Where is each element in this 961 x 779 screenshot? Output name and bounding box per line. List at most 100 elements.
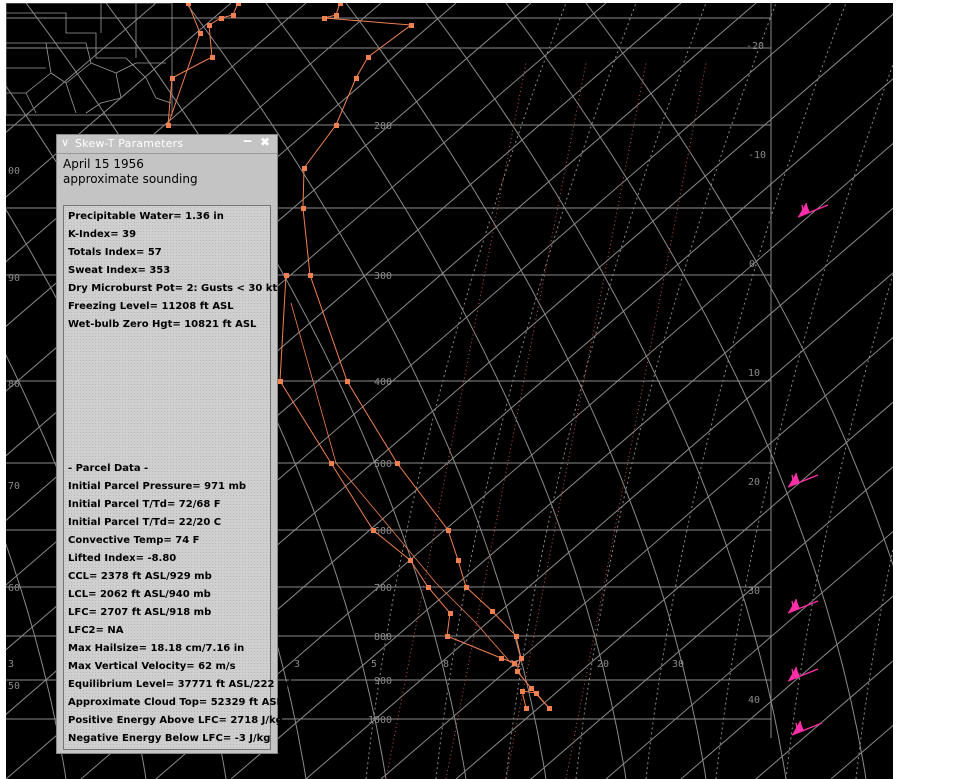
- sounding-point: [448, 611, 453, 616]
- moist-adiabat-line: [715, 63, 893, 779]
- mixing-ratio-label: 5: [371, 659, 377, 670]
- sounding-point: [329, 461, 334, 466]
- map-border-line: [46, 42, 92, 84]
- parameter-row: Totals Index= 57: [68, 247, 162, 258]
- parameter-row: Wet-bulb Zero Hgt= 10821 ft ASL: [68, 319, 257, 330]
- sounding-point: [371, 528, 376, 533]
- parameter-row: Sweat Index= 353: [68, 265, 171, 276]
- axis-label: 70: [8, 481, 20, 492]
- sounding-point: [198, 31, 203, 36]
- sounding-point: [308, 273, 313, 278]
- sounding-point: [338, 3, 343, 6]
- sounding-point: [408, 558, 413, 563]
- mixing-ratio-label: 8: [443, 659, 449, 670]
- parcel-row: Negative Energy Below LFC= -3 J/kg: [68, 733, 271, 744]
- temperature-label: -20: [746, 41, 764, 52]
- isotherm-line: [830, 724, 893, 779]
- isotherm-line: [755, 660, 893, 779]
- map-border-line: [65, 82, 77, 114]
- sounding-point: [499, 656, 504, 661]
- upper-temperature-trace: [167, 3, 239, 126]
- parcel-trace: [290, 302, 512, 664]
- wind-barb: [787, 598, 819, 614]
- map-border-line: [25, 92, 37, 114]
- sounding-point: [284, 273, 289, 278]
- sounding-point: [334, 123, 339, 128]
- pressure-label: 300: [374, 271, 392, 282]
- sounding-point: [236, 3, 241, 6]
- pressure-label: 500: [374, 459, 392, 470]
- mixing-ratio-label: 20: [597, 659, 609, 670]
- wind-barb: [791, 720, 823, 736]
- sounding-point: [219, 16, 224, 21]
- pressure-label: 600: [374, 526, 392, 537]
- sounding-subtitle: approximate sounding: [63, 172, 198, 186]
- sounding-point: [514, 634, 519, 639]
- parcel-row: Convective Temp= 74 F: [68, 535, 200, 546]
- parcel-row: LFC= 2707 ft ASL/918 mb: [68, 607, 212, 618]
- sounding-point: [547, 706, 552, 711]
- sounding-point: [519, 656, 524, 661]
- temperature-label: 10: [748, 368, 760, 379]
- temperature-label: 40: [748, 695, 760, 706]
- sounding-point: [231, 13, 236, 18]
- minimize-icon[interactable]: ‒: [243, 134, 252, 149]
- isotherm-line: [605, 530, 893, 779]
- sounding-point: [456, 558, 461, 563]
- mixing-ratio-label: 30: [672, 659, 684, 670]
- sounding-point: [426, 585, 431, 590]
- temperature-label: 20: [748, 477, 760, 488]
- isotherm-line: [680, 595, 893, 779]
- sounding-point: [354, 76, 359, 81]
- wind-barb: [797, 202, 829, 218]
- pressure-label: 700: [374, 583, 392, 594]
- sounding-point: [322, 16, 327, 21]
- parcel-row: - Parcel Data -: [68, 463, 149, 474]
- pressure-label: 900: [374, 676, 392, 687]
- sounding-point: [345, 379, 350, 384]
- pressure-label: 800: [374, 632, 392, 643]
- isotherm-line: [530, 466, 893, 779]
- axis-label: 50: [8, 681, 20, 692]
- parcel-row: Positive Energy Above LFC= 2718 J/kg: [68, 715, 283, 726]
- skewt-parameters-window[interactable]: ∨ Skew-T Parameters ‒ ✖ April 15 1956 ap…: [56, 134, 295, 754]
- parcel-row: Approximate Cloud Top= 52329 ft ASL: [68, 697, 283, 708]
- parameter-row: Freezing Level= 11208 ft ASL: [68, 301, 234, 312]
- isotherm-line: [230, 207, 893, 779]
- dry-adiabat-line: [505, 3, 867, 779]
- parameter-row: Dry Microburst Pot= 2: Gusts < 30 kts: [68, 283, 284, 294]
- sounding-point: [366, 55, 371, 60]
- sounding-point: [464, 585, 469, 590]
- axis-label: 90: [8, 273, 20, 284]
- sounding-point: [207, 23, 212, 28]
- mixing-ratio-label: 3: [8, 659, 14, 670]
- sounding-point: [395, 461, 400, 466]
- sounding-point: [278, 379, 283, 384]
- moist-adiabat-line: [855, 546, 893, 779]
- sounding-point: [512, 661, 517, 666]
- parameter-row: K-Index= 39: [68, 229, 137, 240]
- temperature-label: -10: [748, 150, 766, 161]
- map-border-line: [115, 62, 166, 74]
- chevron-down-icon[interactable]: ∨: [61, 136, 69, 149]
- window-titlebar[interactable]: ∨ Skew-T Parameters ‒ ✖: [57, 134, 277, 154]
- axis-label: 60: [8, 583, 20, 594]
- parcel-row: Initial Parcel T/Td= 22/20 C: [68, 517, 222, 528]
- close-icon[interactable]: ✖: [260, 135, 270, 149]
- pressure-label: 1000: [368, 715, 392, 726]
- pressure-label: 200: [374, 121, 392, 132]
- sounding-point: [529, 686, 534, 691]
- mixing-ratio-line: [565, 62, 707, 779]
- sounding-point: [490, 609, 495, 614]
- parameter-row: Precipitable Water= 1.36 in: [68, 211, 224, 222]
- map-border-line: [85, 62, 122, 114]
- sounding-point: [334, 13, 339, 18]
- parcel-row: LFC2= NA: [68, 625, 124, 636]
- sounding-point: [534, 691, 539, 696]
- temperature-label: 30: [748, 586, 760, 597]
- parcel-row: CCL= 2378 ft ASL/929 mb: [68, 571, 212, 582]
- sounding-date: April 15 1956: [63, 157, 144, 171]
- axis-label: 80: [8, 379, 20, 390]
- parcel-row: Max Hailsize= 18.18 cm/7.16 in: [68, 643, 245, 654]
- parcel-row: Initial Parcel T/Td= 72/68 F: [68, 499, 221, 510]
